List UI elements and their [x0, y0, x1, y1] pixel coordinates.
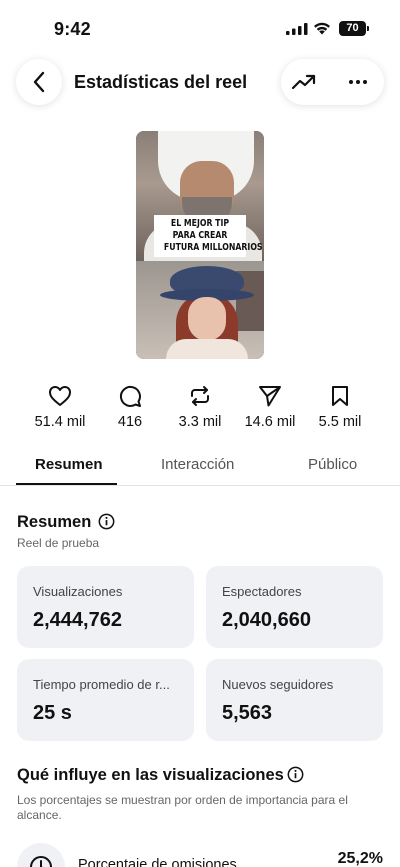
more-horizontal-icon — [349, 80, 367, 84]
page-title: Estadísticas del reel — [74, 72, 248, 92]
saves-stat[interactable]: 5.5 mil — [295, 383, 385, 430]
caption-line: PARA CREAR — [172, 230, 228, 241]
thumbnail-woman-face — [188, 297, 226, 341]
status-bar: 9:42 70 — [0, 0, 400, 56]
factor-icon-wrapper — [17, 843, 65, 867]
card-value: 2,444,762 — [33, 609, 122, 631]
factor-value: 25,2% — [337, 850, 383, 867]
clock-icon — [30, 856, 52, 867]
saves-count: 5.5 mil — [318, 414, 362, 430]
heart-icon — [49, 386, 71, 406]
share-icon — [259, 386, 281, 407]
influence-title: Qué influye en las visualizaciones — [17, 766, 284, 784]
info-icon[interactable] — [287, 766, 304, 783]
wifi-icon — [314, 22, 330, 35]
back-arrow-icon — [33, 71, 45, 93]
reel-thumbnail[interactable]: EL MEJOR TIP PARA CREAR FUTURA MILLONARI… — [136, 131, 264, 359]
card-label: Visualizaciones — [33, 584, 123, 599]
battery-indicator: 70 — [339, 21, 366, 36]
viewers-card[interactable]: Espectadores 2,040,660 — [206, 566, 383, 648]
info-icon[interactable] — [98, 513, 115, 530]
new-followers-card[interactable]: Nuevos seguidores 5,563 — [206, 659, 383, 741]
cellular-signal-icon — [286, 23, 308, 35]
trending-button[interactable] — [291, 70, 317, 94]
card-value: 2,040,660 — [222, 609, 311, 631]
comment-icon — [119, 385, 141, 407]
caption-line: FUTURA MILLONARIOS — [163, 242, 263, 253]
influence-description: Los porcentajes se muestran por orden de… — [17, 793, 348, 822]
thumbnail-caption: EL MEJOR TIP PARA CREAR FUTURA MILLONARI… — [154, 215, 263, 257]
avg-watch-time-card[interactable]: Tiempo promedio de r... 25 s — [17, 659, 194, 741]
trending-up-icon — [291, 74, 316, 90]
status-time: 9:42 — [54, 19, 91, 39]
bookmark-icon — [332, 386, 348, 406]
tab-resumen[interactable]: Resumen — [35, 456, 103, 473]
back-button[interactable] — [16, 59, 62, 105]
tab-interaccion[interactable]: Interacción — [161, 456, 234, 473]
card-label: Tiempo promedio de r... — [33, 677, 170, 692]
card-value: 5,563 — [222, 702, 273, 724]
repost-icon — [191, 386, 209, 406]
tabs-divider — [0, 485, 400, 486]
summary-subtitle: Reel de prueba — [17, 536, 100, 550]
card-value: 25 s — [33, 702, 72, 724]
tab-publico[interactable]: Público — [308, 456, 357, 473]
header-actions — [281, 59, 384, 105]
more-options-button[interactable] — [345, 70, 371, 94]
card-label: Espectadores — [222, 584, 302, 599]
caption-line: EL MEJOR TIP — [170, 218, 230, 229]
summary-title: Resumen — [17, 513, 92, 531]
card-label: Nuevos seguidores — [222, 677, 334, 692]
factor-label: Porcentaje de omisiones — [78, 857, 237, 867]
thumbnail-woman-shirt — [166, 339, 248, 359]
battery-tip — [367, 26, 369, 31]
views-card[interactable]: Visualizaciones 2,444,762 — [17, 566, 194, 648]
